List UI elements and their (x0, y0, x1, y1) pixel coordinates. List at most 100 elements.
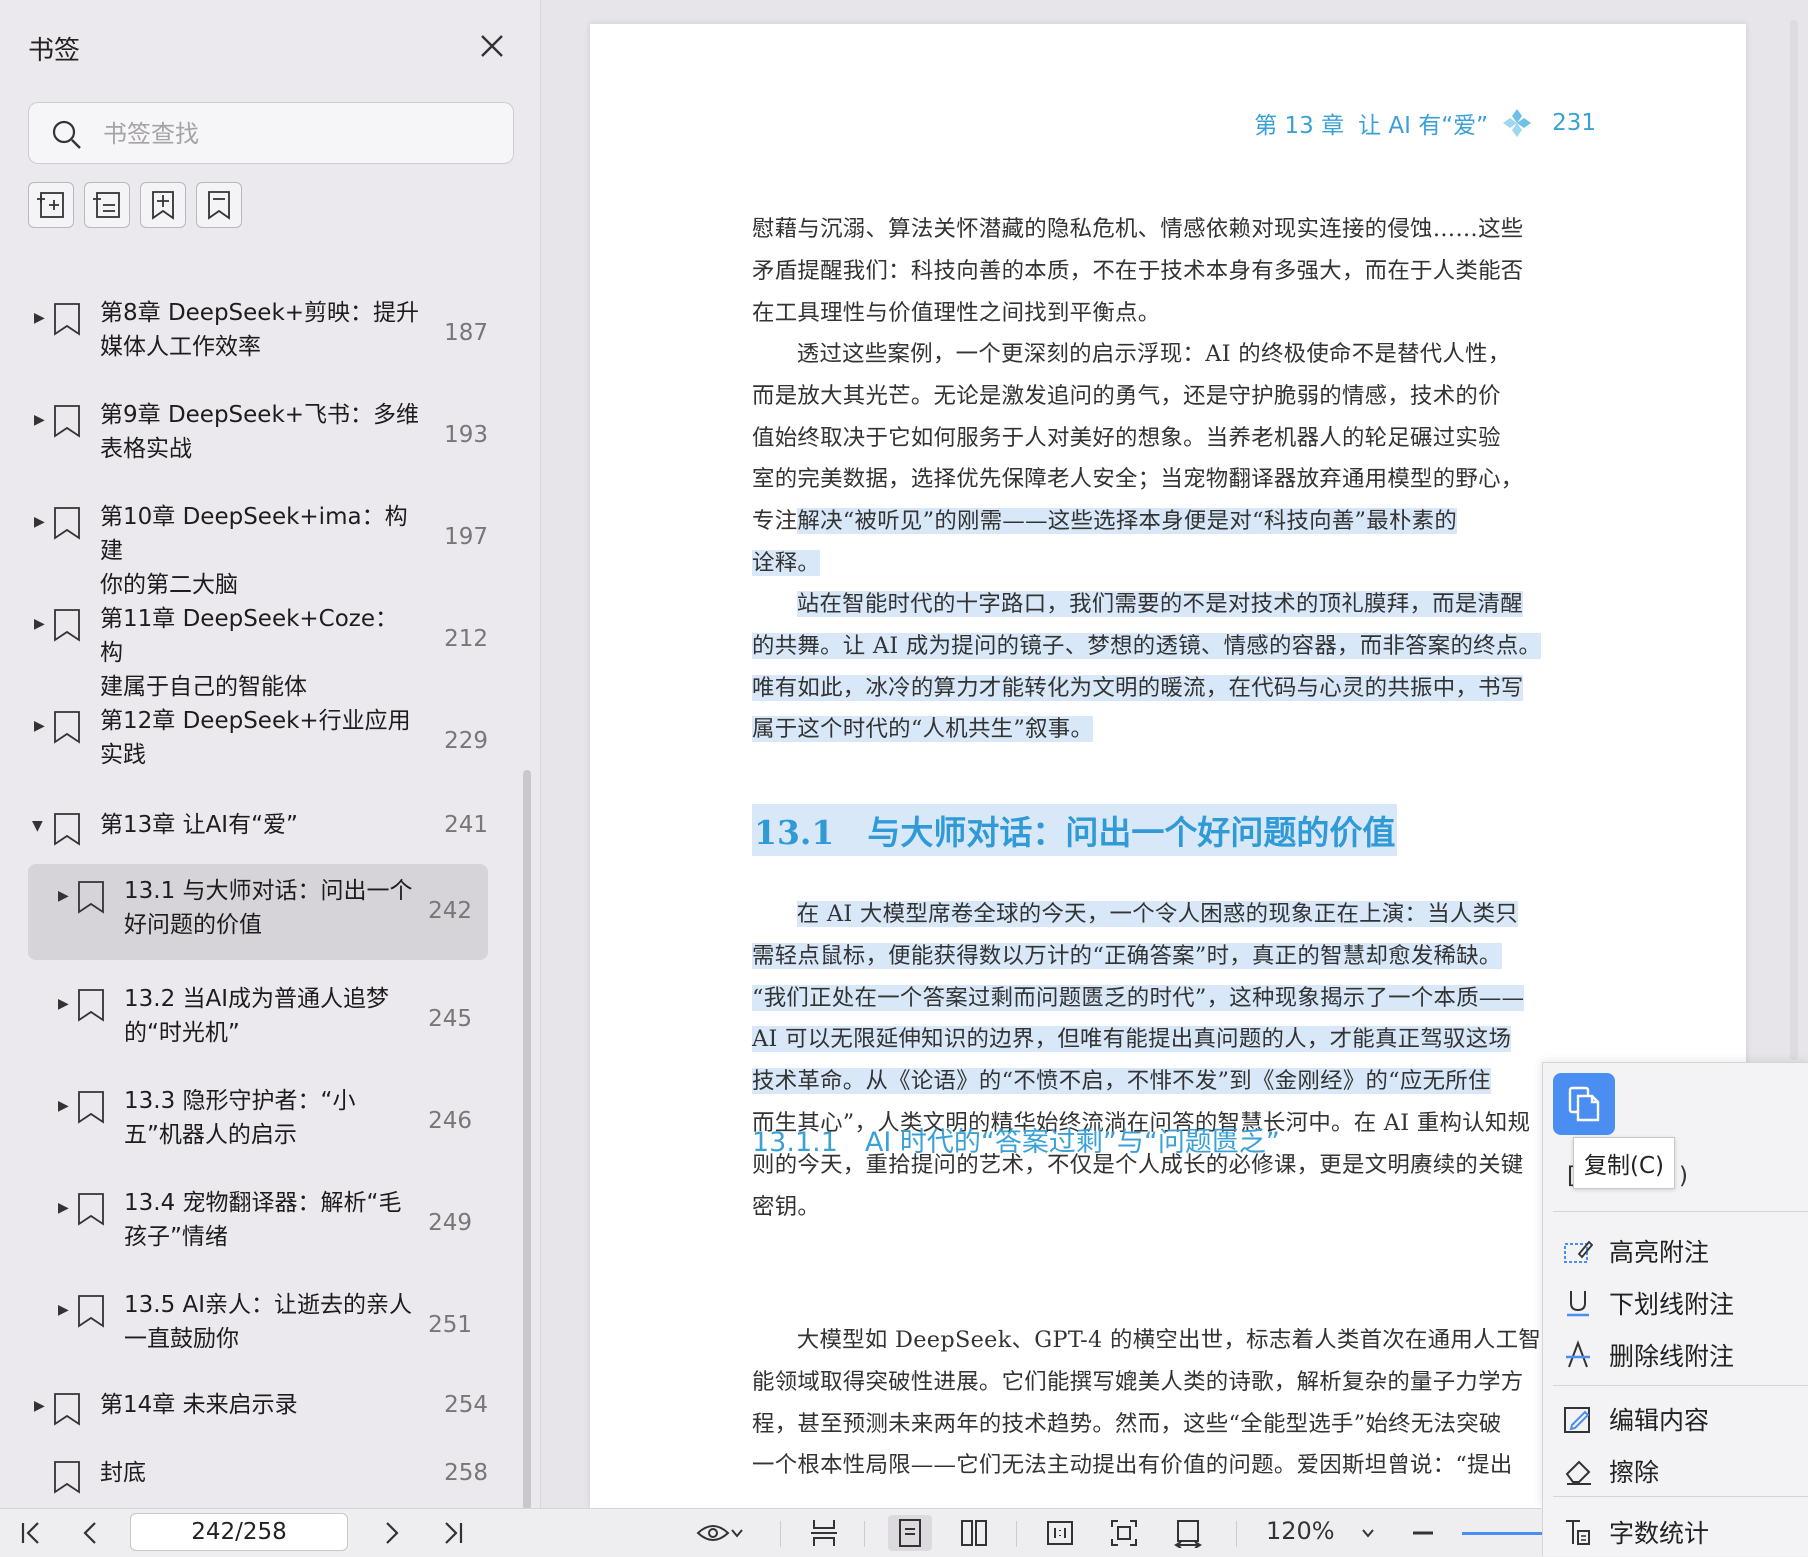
expand-arrow-icon[interactable]: ▶ (34, 718, 45, 734)
zoom-out-button[interactable] (1406, 1515, 1440, 1551)
single-page-icon (899, 1519, 921, 1547)
bookmark-icon (54, 303, 80, 336)
close-sidebar-button[interactable] (474, 28, 510, 64)
expand-arrow-icon[interactable]: ▶ (34, 616, 45, 632)
bookmark-icon (78, 1193, 104, 1226)
toc-label: 第13章 让AI有“爱” (100, 812, 298, 838)
next-page-button[interactable] (374, 1515, 408, 1551)
search-icon (52, 120, 81, 149)
toc-item-ch13[interactable]: ▼ 第13章 让AI有“爱” 241 (28, 804, 488, 854)
toolbar-divider (864, 1521, 865, 1547)
eye-icon (696, 1525, 730, 1541)
bookmark-icon (54, 507, 80, 540)
toc-item-ch11[interactable]: ▶ 第11章 DeepSeek+Coze：构 建属于自己的智能体 212 (28, 598, 488, 700)
continuous-scroll-button[interactable] (806, 1515, 842, 1551)
toc-item-ch9[interactable]: ▶ 第9章 DeepSeek+飞书：多维 表格实战 193 (28, 394, 488, 474)
fit-page-icon (1111, 1520, 1137, 1546)
zoom-slider[interactable] (1462, 1532, 1542, 1535)
continuous-page-icon (811, 1520, 837, 1546)
paragraph-5: 大模型如 DeepSeek、GPT-4 的横空出世，标志着人类首次在通用人工智 … (752, 1327, 1542, 1479)
add-bookmark-icon (152, 191, 174, 220)
fit-page-button[interactable] (1106, 1515, 1142, 1551)
view-mode-button[interactable] (690, 1515, 750, 1551)
menu-item-strikethrough-note[interactable]: 删除线附注 (1563, 1331, 1803, 1379)
strikethrough-icon (1566, 1340, 1590, 1368)
sidebar-scrollbar[interactable] (523, 770, 531, 1510)
menu-item-word-count[interactable]: 字数统计 (1563, 1508, 1803, 1556)
first-page-button[interactable] (14, 1515, 48, 1551)
sidebar-title: 书签 (28, 36, 81, 66)
toc-label: 第14章 未来启示录 (100, 1392, 298, 1418)
toc-item-ch14[interactable]: ▶ 第14章 未来启示录 254 (28, 1384, 488, 1434)
collapse-all-icon (93, 192, 120, 218)
toc-label: 第10章 DeepSeek+ima：构建 你的第二大脑 (100, 504, 408, 598)
toc-label: 13.1 与大师对话：问出一个 好问题的价值 (124, 878, 413, 938)
document-scrollbar[interactable] (1790, 20, 1798, 1060)
bookmark-search-input[interactable] (101, 113, 495, 155)
word-count-icon (1566, 1520, 1590, 1545)
toc-page: 246 (428, 1108, 472, 1134)
bookmark-icon (54, 1461, 80, 1494)
toc-item-ch12[interactable]: ▶ 第12章 DeepSeek+行业应用 实践 229 (28, 700, 488, 780)
expand-arrow-icon[interactable]: ▶ (58, 888, 69, 904)
collapse-all-button[interactable] (84, 182, 130, 228)
bookmark-search-box[interactable] (28, 102, 514, 164)
chevron-down-icon (1362, 1529, 1374, 1538)
toc-item-13-1[interactable]: ▶ 13.1 与大师对话：问出一个 好问题的价值 242 (28, 864, 488, 960)
toc-label: 13.2 当AI成为普通人追梦 的“时光机” (124, 986, 390, 1046)
toc-page: 197 (444, 524, 488, 550)
zoom-level[interactable]: 120% (1266, 1517, 1335, 1545)
fit-width-icon (1174, 1520, 1202, 1548)
expand-arrow-icon[interactable]: ▶ (58, 996, 69, 1012)
menu-item-erase[interactable]: 擦除 (1563, 1447, 1803, 1495)
toc-label: 13.4 宠物翻译器：解析“毛 孩子”情绪 (124, 1190, 402, 1250)
toc-item-ch8[interactable]: ▶ 第8章 DeepSeek+剪映：提升 媒体人工作效率 187 (28, 292, 488, 372)
toc-item-back-cover[interactable]: 封底 258 (28, 1452, 488, 1502)
toc-label: 封底 (100, 1460, 146, 1486)
selection-context-menu: [ ) 复制(C) 高亮附注 下划线附注 删除线附注 编辑内容 擦除 (1542, 1062, 1808, 1509)
toc-item-13-4[interactable]: ▶ 13.4 宠物翻译器：解析“毛 孩子”情绪 249 (28, 1182, 488, 1262)
fit-width-button[interactable] (1170, 1515, 1206, 1551)
expand-arrow-icon[interactable]: ▶ (34, 310, 45, 326)
running-header: 第 13 章 让 AI 有“爱” 231 (1254, 106, 1596, 140)
bookmark-toolbar (28, 182, 242, 228)
bookmark-icon (208, 191, 230, 220)
expand-arrow-icon[interactable]: ▶ (58, 1098, 69, 1114)
menu-item-edit-content[interactable]: 编辑内容 (1563, 1395, 1803, 1443)
toc-item-13-3[interactable]: ▶ 13.3 隐形守护者：“小 五”机器人的启示 246 (28, 1080, 488, 1160)
collapse-arrow-icon[interactable]: ▼ (32, 818, 43, 834)
double-page-button[interactable] (956, 1515, 992, 1551)
header-title: 让 AI 有“爱” (1358, 113, 1489, 139)
zoom-dropdown-button[interactable] (1356, 1515, 1380, 1551)
toc-page: 212 (444, 626, 488, 652)
toc-item-13-2[interactable]: ▶ 13.2 当AI成为普通人追梦 的“时光机” 245 (28, 978, 488, 1058)
toc-page: 193 (444, 422, 488, 448)
expand-arrow-icon[interactable]: ▶ (34, 1398, 45, 1414)
actual-size-button[interactable] (1042, 1515, 1078, 1551)
toc-page: 241 (444, 812, 488, 838)
expand-arrow-icon[interactable]: ▶ (34, 412, 45, 428)
page-number-input[interactable]: 242/258 (130, 1513, 348, 1551)
bookmark-icon (78, 881, 104, 914)
last-page-button[interactable] (436, 1515, 470, 1551)
bookmark-button[interactable] (196, 182, 242, 228)
bottom-toolbar: 242/258 120% (0, 1508, 1808, 1557)
expand-arrow-icon[interactable]: ▶ (34, 514, 45, 530)
paragraph-2: 透过这些案例，一个更深刻的启示浮现：AI 的终极使命不是替代人性， 而是放大其光… (752, 341, 1524, 576)
highlight-note-icon (1564, 1240, 1593, 1263)
add-bookmark-button[interactable] (140, 182, 186, 228)
toc-label: 第11章 DeepSeek+Coze：构 建属于自己的智能体 (100, 606, 399, 700)
expand-arrow-icon[interactable]: ▶ (58, 1200, 69, 1216)
toc-label: 13.5 AI亲人：让逝去的亲人 一直鼓励你 (124, 1292, 413, 1352)
single-page-button[interactable] (888, 1515, 932, 1551)
bookmark-sidebar: 书签 ▶ 第8章 DeepSeek+剪映：提升媒体人工作效率 187 ▶ 第9章… (0, 0, 541, 1510)
toc-item-ch10[interactable]: ▶ 第10章 DeepSeek+ima：构建 你的第二大脑 197 (28, 496, 488, 598)
toc-item-13-5[interactable]: ▶ 13.5 AI亲人：让逝去的亲人 一直鼓励你 251 (28, 1284, 488, 1364)
previous-page-button[interactable] (74, 1515, 108, 1551)
expand-all-button[interactable] (28, 182, 74, 228)
copy-button[interactable] (1553, 1073, 1615, 1135)
menu-item-underline-note[interactable]: 下划线附注 (1563, 1279, 1803, 1327)
menu-item-highlight-note[interactable]: 高亮附注 (1563, 1227, 1803, 1275)
toc-page: 187 (444, 320, 488, 346)
expand-arrow-icon[interactable]: ▶ (58, 1302, 69, 1318)
